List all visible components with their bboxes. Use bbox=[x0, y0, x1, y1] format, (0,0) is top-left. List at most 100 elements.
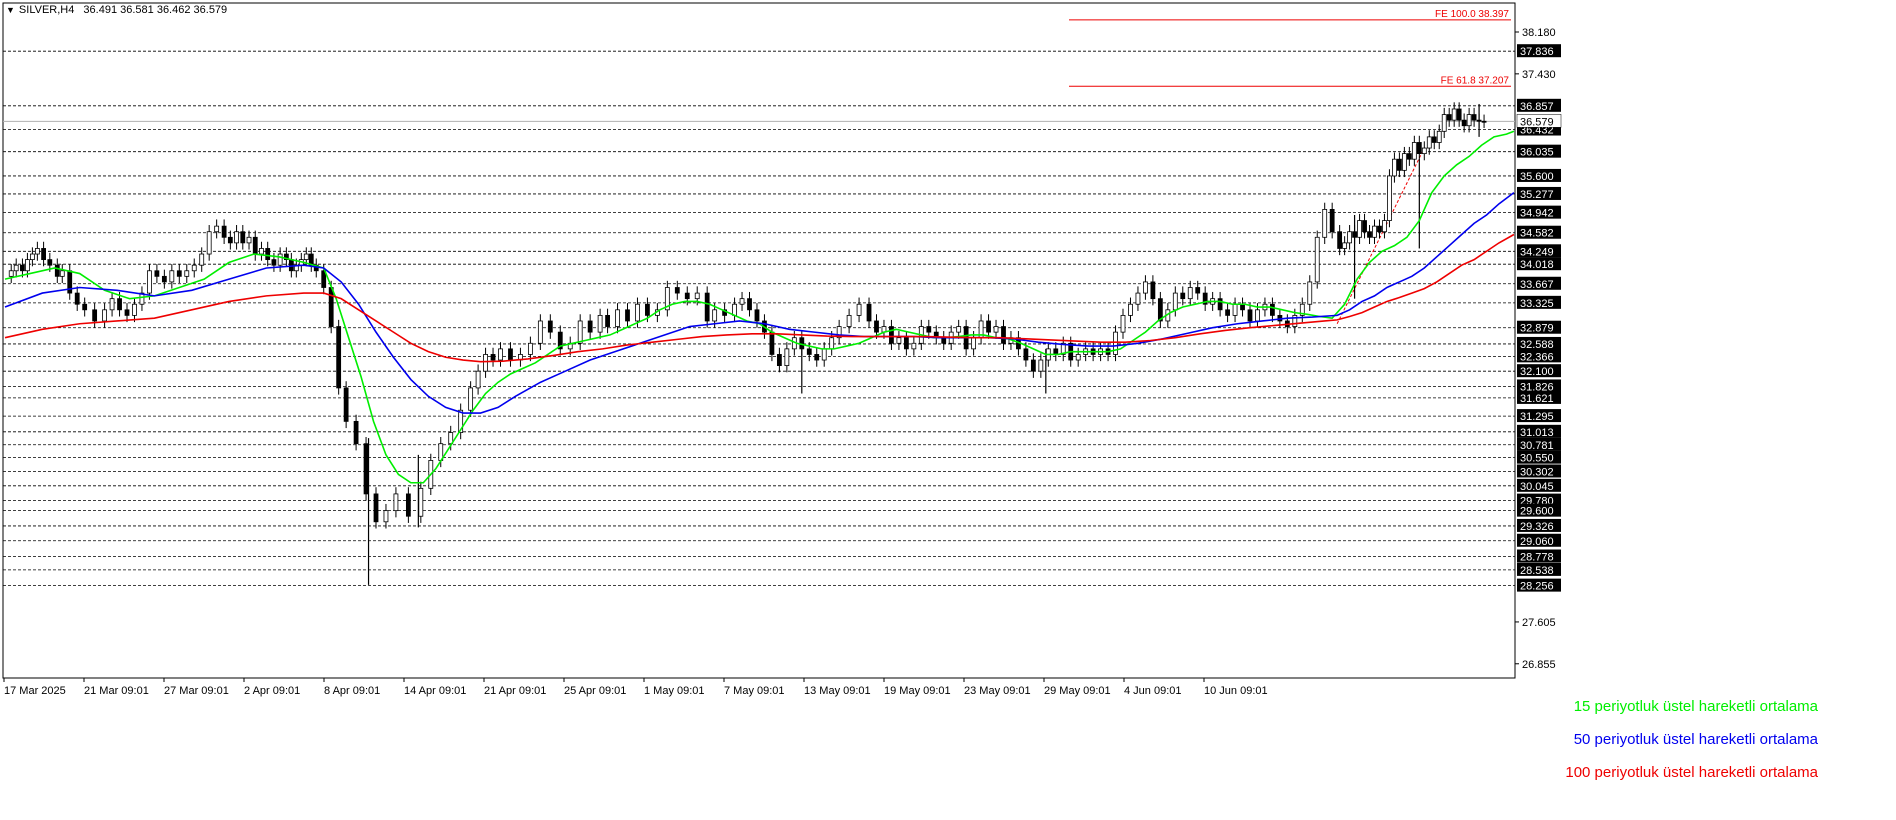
price-bar-body bbox=[393, 493, 399, 512]
legend-ema-50: 50 periyotluk üstel hareketli ortalama bbox=[1573, 731, 1818, 748]
price-bar-body bbox=[147, 270, 152, 294]
x-tick-label-12: 23 May 09:01 bbox=[964, 685, 1031, 697]
legend-ema-15: 15 periyotluk üstel hareketli ortalama bbox=[1573, 698, 1818, 715]
y-tick-label-3: 26.855 bbox=[1522, 659, 1556, 671]
price-bar-body bbox=[1416, 142, 1422, 155]
x-tick-label-15: 10 Jun 09:01 bbox=[1204, 685, 1268, 697]
level-label-7: 34.582 bbox=[1520, 228, 1554, 240]
price-bar-body bbox=[956, 326, 962, 333]
price-bar-body bbox=[363, 443, 369, 495]
price-chart[interactable]: FE 100.0 38.397 FE 61.8 37.207 37.836 36.8… bbox=[0, 0, 1896, 820]
price-bar-body bbox=[240, 231, 246, 244]
price-bar-body bbox=[896, 337, 902, 344]
price-bar-body bbox=[206, 231, 212, 255]
price-bar-body bbox=[468, 387, 474, 411]
legend-ema-100: 100 periyotluk üstel hareketli ortalama bbox=[1565, 764, 1818, 781]
price-bar-body bbox=[903, 337, 909, 350]
level-label-22: 30.302 bbox=[1520, 466, 1554, 478]
price-bar-body bbox=[161, 275, 167, 283]
price-bar-body bbox=[866, 303, 872, 322]
price-bar-body bbox=[814, 354, 820, 361]
level-label-10: 33.667 bbox=[1520, 279, 1554, 291]
price-bar-body bbox=[1461, 119, 1467, 127]
x-tick-label-10: 13 May 09:01 bbox=[804, 685, 871, 697]
price-bar-body bbox=[674, 287, 680, 294]
price-bar-body bbox=[1225, 309, 1230, 316]
level-label-27: 29.060 bbox=[1520, 536, 1554, 548]
price-bar-body bbox=[109, 298, 115, 311]
price-bar-body bbox=[993, 326, 999, 333]
x-tick-label-1: 21 Mar 09:01 bbox=[84, 685, 149, 697]
price-bar-body bbox=[754, 309, 760, 322]
x-tick-label-0: 17 Mar 2025 bbox=[4, 685, 66, 697]
price-bar-body bbox=[1342, 242, 1348, 249]
price-bar-body bbox=[625, 309, 630, 322]
price-bar-body bbox=[1120, 314, 1126, 333]
price-bar-body bbox=[1307, 281, 1313, 305]
x-tick-label-3: 2 Apr 09:01 bbox=[244, 685, 300, 697]
price-bar-body bbox=[1377, 225, 1382, 233]
price-bar-body bbox=[1451, 108, 1457, 121]
x-tick-label-11: 19 May 09:01 bbox=[884, 685, 951, 697]
level-label-0: 37.836 bbox=[1520, 46, 1554, 58]
price-bar-body bbox=[1471, 114, 1477, 121]
ohlc-readout: 36.491 36.581 36.462 36.579 bbox=[83, 4, 228, 16]
price-bar-body bbox=[1255, 309, 1260, 322]
price-bar-body bbox=[1038, 359, 1044, 372]
price-bar-body bbox=[806, 348, 812, 355]
price-bar-body bbox=[169, 270, 175, 283]
price-bar-body bbox=[25, 259, 30, 272]
level-label-29: 28.538 bbox=[1520, 565, 1554, 577]
price-bar-body bbox=[971, 337, 977, 350]
time-axis: 17 Mar 2025 21 Mar 09:01 27 Mar 09:01 2 Apr… bbox=[3, 678, 1268, 697]
price-bar-body bbox=[353, 420, 359, 445]
price-bar-body bbox=[926, 326, 932, 333]
price-bar-body bbox=[1382, 220, 1387, 233]
price-bar-body bbox=[252, 236, 258, 255]
price-bar-body bbox=[102, 309, 107, 322]
level-label-19: 31.013 bbox=[1520, 427, 1554, 439]
price-bar-body bbox=[1322, 209, 1328, 238]
level-label-13: 32.588 bbox=[1520, 339, 1554, 351]
price-bar-body bbox=[577, 320, 583, 344]
price-bar-body bbox=[1187, 287, 1193, 300]
chart-header: ▼ SILVER,H4 36.491 36.581 36.462 36.579 bbox=[6, 4, 227, 16]
price-bar-body bbox=[1240, 303, 1245, 311]
price-bar-body bbox=[74, 292, 80, 305]
price-bar-body bbox=[277, 253, 283, 266]
price-bar-body bbox=[1436, 130, 1442, 143]
level-label-8: 34.249 bbox=[1520, 246, 1554, 258]
price-bar-body bbox=[124, 309, 130, 316]
level-label-23: 30.045 bbox=[1520, 481, 1554, 493]
price-bar-body bbox=[537, 320, 543, 344]
price-bar-body bbox=[336, 326, 342, 389]
price-bar-body bbox=[1367, 231, 1372, 238]
price-bar-body bbox=[941, 337, 947, 344]
price-bar-body bbox=[1347, 231, 1352, 244]
level-label-28: 28.778 bbox=[1520, 552, 1554, 564]
price-bar-body bbox=[288, 259, 294, 272]
level-label-11: 33.325 bbox=[1520, 298, 1554, 310]
price-bar-body bbox=[154, 270, 160, 277]
price-bar-body bbox=[1150, 281, 1156, 300]
price-bar-body bbox=[1053, 348, 1059, 355]
price-bar-body bbox=[704, 292, 710, 322]
y-tick-label-1: 37.430 bbox=[1522, 69, 1556, 81]
price-bar-body bbox=[508, 348, 513, 361]
triangle-down-icon[interactable]: ▼ bbox=[6, 5, 15, 15]
price-bar-body bbox=[1466, 114, 1472, 127]
price-bar-body bbox=[1135, 292, 1141, 305]
price-bar-body bbox=[1143, 281, 1148, 294]
price-bar-body bbox=[1431, 136, 1437, 143]
price-bar-body bbox=[1128, 303, 1133, 316]
price-bar-body bbox=[1372, 225, 1377, 238]
x-tick-label-8: 1 May 09:01 bbox=[644, 685, 705, 697]
price-bar-body bbox=[132, 303, 137, 316]
price-bar-body bbox=[54, 264, 60, 277]
level-label-17: 31.621 bbox=[1520, 393, 1554, 405]
price-bar-body bbox=[821, 348, 827, 361]
level-label-9: 34.018 bbox=[1520, 259, 1554, 271]
price-bar-body bbox=[265, 248, 271, 261]
price-bar-body bbox=[784, 348, 790, 367]
price-bar-body bbox=[1195, 287, 1201, 294]
